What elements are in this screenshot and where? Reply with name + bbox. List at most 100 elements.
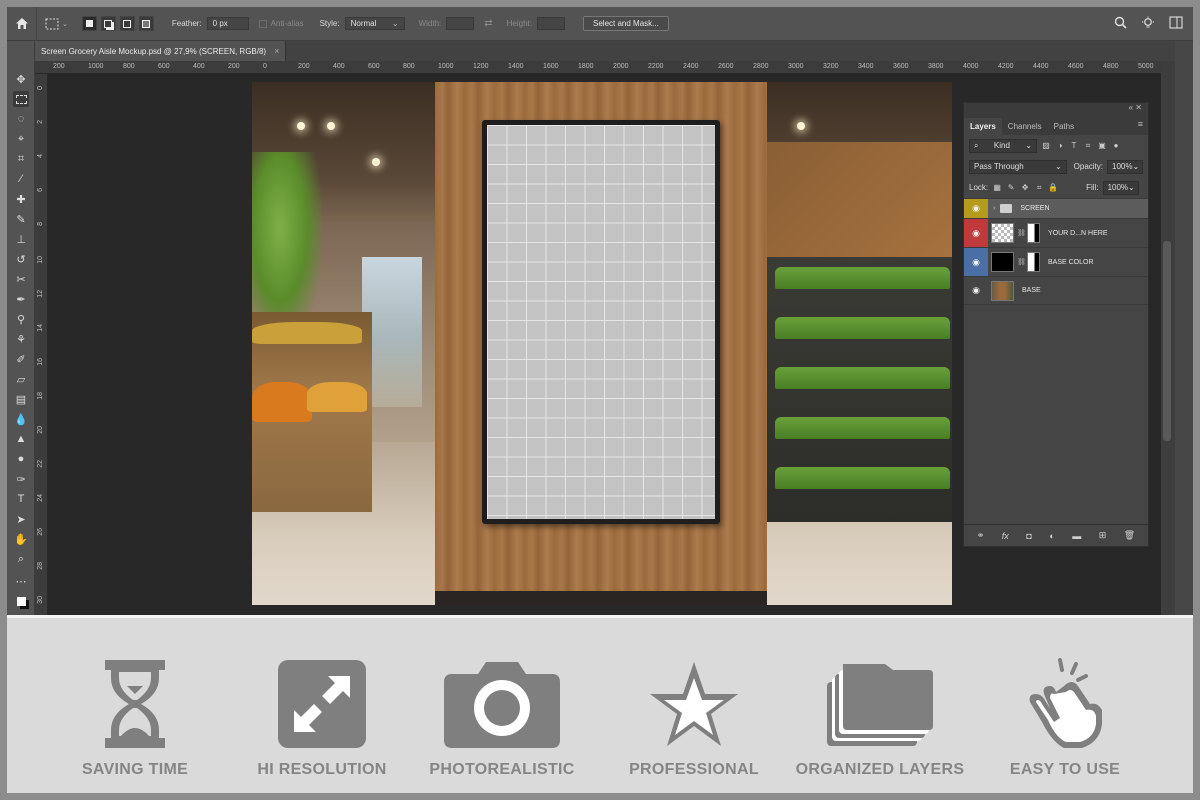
pen-pick-tool-icon[interactable]: ✒ [13,291,29,307]
quick-select-tool-icon[interactable]: ⌖ [13,131,29,147]
brush-tool-icon[interactable]: ✎ [13,211,29,227]
new-group-icon[interactable]: ▬ [1072,531,1081,541]
layer-style-fx-icon[interactable]: fx [1002,531,1009,541]
layer-row-base[interactable]: ◉ BASE [964,276,1148,305]
eraser-tool-icon[interactable]: ▱ [13,371,29,387]
filter-toggle-icon[interactable]: ● [1111,141,1121,151]
ruler-tick-label: 600 [158,63,170,70]
swap-icon[interactable]: ⇄ [484,18,492,29]
opacity-input[interactable]: 100% ⌄ [1107,159,1143,174]
new-layer-icon[interactable]: ⊞ [1099,530,1107,541]
color-swatch-icon[interactable] [13,593,29,609]
lock-all-icon[interactable]: 🔒 [1048,183,1058,193]
dodge-tool-icon[interactable]: ● [13,451,29,467]
healing-brush-tool-icon[interactable]: ✚ [13,191,29,207]
fill-thumbnail [991,252,1014,272]
move-tool-icon[interactable]: ✥ [13,71,29,87]
home-icon[interactable] [7,7,37,41]
layer-row-screen[interactable]: ◉ › SCREEN [964,198,1148,218]
visibility-eye-icon[interactable]: ◉ [964,199,988,218]
blur-tool-icon[interactable]: 💧 [13,411,29,427]
hand-tool-icon[interactable]: ✋ [13,531,29,547]
lasso-tool-icon[interactable]: ◌ [13,111,29,127]
sharpen-tool-icon[interactable]: ▲ [13,431,29,447]
marquee-tool-preset[interactable]: ⌄ [45,18,68,30]
filter-shape-icon[interactable]: ⌗ [1083,141,1093,151]
ruler-tick-label: 4200 [998,63,1014,70]
tab-channels[interactable]: Channels [1002,118,1048,135]
scissors-tool-icon[interactable]: ✂ [13,271,29,287]
ruler-tick-label: 0 [37,86,44,90]
filter-type-icon[interactable]: T [1069,141,1079,151]
layers-panel-footer: ⚭ fx ◘ ◐ ▬ ⊞ 🗑 [964,524,1148,546]
height-input[interactable] [537,17,566,30]
filter-pixel-icon[interactable]: ▨ [1041,141,1051,151]
canvas-scrollbar[interactable] [1161,61,1175,615]
layer-row-design[interactable]: ◉ ⛓ YOUR D...N HERE [964,218,1148,247]
add-mask-icon[interactable]: ◘ [1026,531,1031,541]
lock-transparency-icon[interactable]: ▦ [992,183,1002,193]
gradient-tool-icon[interactable]: ▤ [13,391,29,407]
fill-input[interactable]: 100% ⌄ [1102,180,1139,195]
crop-tool-icon[interactable]: ⌗ [13,151,29,167]
close-icon[interactable]: × [274,46,279,56]
layer-name: YOUR D...N HERE [1048,229,1108,237]
layer-row-base-color[interactable]: ◉ ⛓ BASE COLOR [964,247,1148,276]
visibility-eye-icon[interactable]: ◉ [964,248,988,276]
document-tab[interactable]: Screen Grocery Aisle Mockup.psd @ 27,9% … [35,41,287,61]
antialias-label: Anti-alias [270,19,304,28]
ruler-tick-label: 2800 [753,63,769,70]
panel-menu-icon[interactable]: ≡ [1138,119,1143,129]
filter-adjustment-icon[interactable]: ◑ [1055,141,1065,151]
filter-smart-object-icon[interactable]: ▣ [1097,141,1107,151]
link-layers-icon[interactable]: ⚭ [977,530,985,541]
more-tools-icon[interactable]: ⋯ [13,573,29,589]
lock-artboard-icon[interactable]: ⌗ [1034,183,1044,193]
marquee-tool-icon[interactable] [13,91,29,107]
expand-icon [278,660,366,748]
ruler-tick-label: 18 [37,392,44,400]
collapse-close-icon[interactable]: « ✕ [1129,103,1142,112]
paint-tool-icon[interactable]: ✐ [13,351,29,367]
style-select[interactable]: Normal ⌄ [344,17,405,30]
ceiling-light [372,158,380,166]
tab-paths[interactable]: Paths [1048,118,1080,135]
right-produce-shelf [767,257,952,522]
path-select-tool-icon[interactable]: ➤ [13,511,29,527]
stamp-tool-icon[interactable]: ⊥ [13,231,29,247]
search-icon[interactable] [1114,16,1127,29]
type-tool-icon[interactable]: T [13,491,29,507]
subtract-selection-button[interactable] [119,16,135,31]
zoom-tool-icon[interactable]: ⌕ [13,551,29,567]
chevron-down-icon: ⌄ [1025,141,1032,150]
visibility-eye-icon[interactable]: ◉ [964,277,988,304]
visibility-eye-icon[interactable]: ◉ [964,219,988,247]
lock-position-icon[interactable]: ✥ [1020,183,1030,193]
intersect-selection-button[interactable] [138,16,154,31]
ceiling-light [797,122,805,130]
filter-kind-select[interactable]: ⌕ Kind ⌄ [969,138,1037,153]
mixer-brush-tool-icon[interactable]: ⚲ [13,311,29,327]
antialias-checkbox[interactable] [258,19,267,28]
chevron-right-icon[interactable]: › [993,205,995,212]
select-and-mask-button[interactable]: Select and Mask... [583,16,669,31]
workspace-icon[interactable] [1169,16,1183,29]
ceiling-light [297,122,305,130]
feather-input[interactable]: 0 px [206,17,249,30]
adjustment-layer-icon[interactable]: ◐ [1049,531,1054,541]
add-selection-button[interactable] [100,16,116,31]
pen-tool-icon[interactable]: ✑ [13,471,29,487]
new-selection-button[interactable] [81,16,97,31]
lock-pixels-icon[interactable]: ✎ [1006,183,1016,193]
width-input[interactable] [446,17,475,30]
clone-tool-icon[interactable]: ⚘ [13,331,29,347]
blend-mode-select[interactable]: Pass Through ⌄ [969,159,1067,174]
history-brush-tool-icon[interactable]: ↺ [13,251,29,267]
delete-layer-icon[interactable]: 🗑 [1124,530,1135,541]
display-screen [482,120,720,524]
produce [307,382,367,412]
scrollbar-thumb[interactable] [1163,241,1171,441]
discover-bulb-icon[interactable] [1141,16,1155,30]
tab-layers[interactable]: Layers [964,118,1002,135]
eyedropper-tool-icon[interactable]: ⁄ [13,171,29,187]
